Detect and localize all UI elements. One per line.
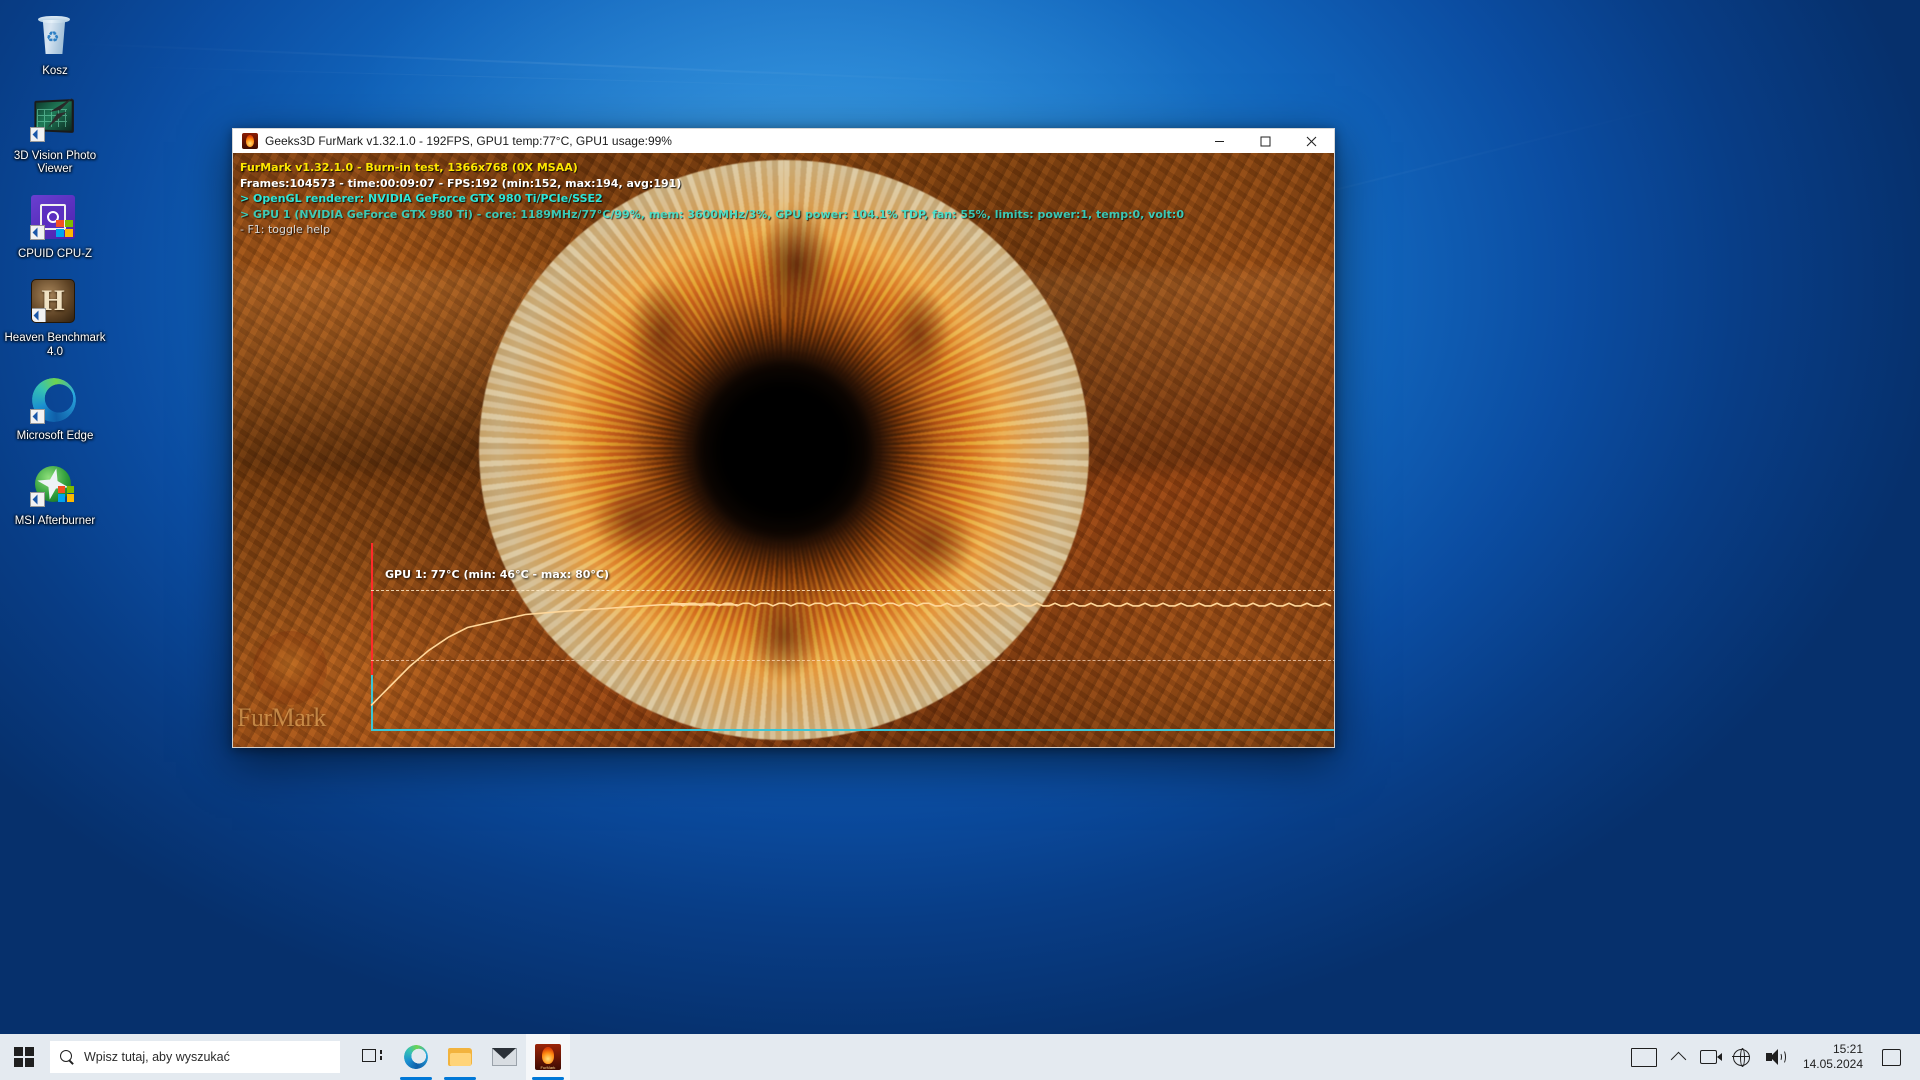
desktop-icon-label: 3D Vision Photo Viewer xyxy=(3,150,107,177)
action-center-button[interactable] xyxy=(1875,1034,1914,1080)
desktop-icon-label: Kosz xyxy=(3,65,107,79)
network-tray-button[interactable] xyxy=(1726,1034,1757,1080)
taskbar-item-file-explorer[interactable] xyxy=(438,1034,482,1080)
volume-tray-button[interactable] xyxy=(1759,1034,1791,1080)
cpu-z-icon xyxy=(31,195,79,243)
start-button[interactable] xyxy=(0,1034,48,1080)
notification-icon xyxy=(1882,1049,1901,1066)
shortcut-arrow-icon xyxy=(30,127,45,142)
furmark-logo-text: FurMark xyxy=(237,703,326,733)
recycle-bin-icon: ♻ xyxy=(31,12,79,60)
clock-date: 14.05.2024 xyxy=(1803,1057,1863,1072)
desktop-icon-3d-vision-photo-viewer[interactable]: 3D Vision Photo Viewer xyxy=(0,91,110,181)
overlay-line-gpu: > GPU 1 (NVIDIA GeForce GTX 980 Ti) - co… xyxy=(240,207,1184,223)
taskbar-item-furmark[interactable]: FurMark xyxy=(526,1034,570,1080)
furmark-window: Geeks3D FurMark v1.32.1.0 - 192FPS, GPU1… xyxy=(232,128,1335,748)
desktop-icon-label: CPUID CPU-Z xyxy=(3,248,107,262)
shortcut-arrow-icon xyxy=(30,409,45,424)
overlay-line-frames: Frames:104573 - time:00:09:07 - FPS:192 … xyxy=(240,176,1184,192)
minimize-button[interactable] xyxy=(1196,129,1242,153)
taskbar-item-task-view[interactable] xyxy=(350,1034,394,1080)
msi-afterburner-icon xyxy=(31,462,79,510)
furmark-render-viewport[interactable]: FurMark v1.32.1.0 - Burn-in test, 1366x7… xyxy=(232,153,1335,748)
clock[interactable]: 15:21 14.05.2024 xyxy=(1793,1034,1873,1080)
mail-icon xyxy=(492,1048,517,1066)
close-button[interactable] xyxy=(1288,129,1334,153)
desktop-icon-microsoft-edge[interactable]: Microsoft Edge xyxy=(0,371,110,448)
shortcut-arrow-icon xyxy=(31,308,46,323)
show-hidden-icons-button[interactable] xyxy=(1666,1034,1691,1080)
desktop-icon-grid: ♻ Kosz 3D Vision Photo Viewer CPUID CPU-… xyxy=(0,6,110,540)
search-input[interactable]: Wpisz tutaj, aby wyszukać xyxy=(50,1041,340,1073)
desktop-icon-heaven-benchmark[interactable]: H Heaven Benchmark 4.0 xyxy=(0,273,110,363)
window-title: Geeks3D FurMark v1.32.1.0 - 192FPS, GPU1… xyxy=(265,134,1196,148)
graph-label: GPU 1: 77°C (min: 46°C - max: 80°C) xyxy=(385,568,609,581)
window-titlebar[interactable]: Geeks3D FurMark v1.32.1.0 - 192FPS, GPU1… xyxy=(232,128,1335,153)
graph-temperature-curve xyxy=(371,576,1335,731)
folder-icon xyxy=(448,1047,472,1067)
heaven-benchmark-icon: H xyxy=(31,279,79,327)
desktop-icon-msi-afterburner[interactable]: MSI Afterburner xyxy=(0,456,110,533)
furmark-stats-overlay: FurMark v1.32.1.0 - Burn-in test, 1366x7… xyxy=(240,160,1184,238)
window-controls xyxy=(1196,129,1334,153)
gpu-temperature-graph: GPU 1: 77°C (min: 46°C - max: 80°C) xyxy=(371,576,1335,731)
taskbar-item-edge[interactable] xyxy=(394,1034,438,1080)
edge-icon xyxy=(31,377,79,425)
desktop-icon-label: MSI Afterburner xyxy=(3,515,107,529)
shortcut-arrow-icon xyxy=(30,492,45,507)
wallpaper-streak xyxy=(60,42,1039,85)
taskbar-item-mail[interactable] xyxy=(482,1034,526,1080)
desktop-icon-label: Microsoft Edge xyxy=(3,430,107,444)
desktop-icon-cpu-z[interactable]: CPUID CPU-Z xyxy=(0,189,110,266)
task-view-icon xyxy=(362,1049,382,1066)
fur-center-hole xyxy=(698,362,870,538)
furmark-watermark-logo: FurMark xyxy=(235,625,385,735)
search-icon xyxy=(60,1050,75,1065)
furmark-icon: FurMark xyxy=(535,1044,561,1070)
speaker-icon xyxy=(1766,1049,1784,1065)
windows-logo-icon xyxy=(14,1047,34,1067)
camera-tray-button[interactable] xyxy=(1693,1034,1724,1080)
chevron-up-icon xyxy=(1671,1051,1687,1067)
camera-icon xyxy=(1700,1050,1717,1064)
search-placeholder: Wpisz tutaj, aby wyszukać xyxy=(84,1050,230,1064)
edge-icon xyxy=(404,1045,428,1069)
overlay-line-title: FurMark v1.32.1.0 - Burn-in test, 1366x7… xyxy=(240,160,1184,176)
taskbar: Wpisz tutaj, aby wyszukać FurMark xyxy=(0,1034,1920,1080)
overlay-line-renderer: > OpenGL renderer: NVIDIA GeForce GTX 98… xyxy=(240,191,1184,207)
taskbar-apps: FurMark xyxy=(350,1034,570,1080)
system-tray: 15:21 14.05.2024 xyxy=(1624,1034,1920,1080)
news-icon xyxy=(1631,1048,1657,1067)
desktop-icon-label: Heaven Benchmark 4.0 xyxy=(3,332,107,359)
clock-time: 15:21 xyxy=(1833,1042,1863,1057)
news-and-interests-button[interactable] xyxy=(1624,1034,1664,1080)
maximize-button[interactable] xyxy=(1242,129,1288,153)
3d-vision-photo-viewer-icon xyxy=(31,97,79,145)
wallpaper-streak xyxy=(120,66,880,88)
desktop-icon-recycle-bin[interactable]: ♻ Kosz xyxy=(0,6,110,83)
shortcut-arrow-icon xyxy=(30,225,45,240)
globe-icon xyxy=(1733,1049,1750,1066)
overlay-line-help: - F1: toggle help xyxy=(240,222,1184,238)
furmark-app-icon xyxy=(242,133,258,149)
